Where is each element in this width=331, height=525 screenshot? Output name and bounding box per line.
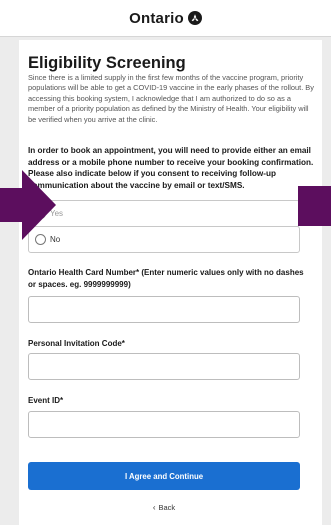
health-card-input[interactable]: [28, 296, 300, 323]
agree-continue-button[interactable]: I Agree and Continue: [28, 462, 300, 490]
eligibility-form-card: Eligibility Screening Since there is a l…: [19, 40, 322, 525]
event-id-label: Event ID*: [28, 396, 64, 405]
consent-yes-option[interactable]: Yes: [28, 200, 300, 227]
annotation-marker-icon: [298, 186, 331, 226]
consent-prompt: In order to book an appointment, you wil…: [28, 146, 314, 191]
back-link[interactable]: ‹ Back: [19, 503, 309, 512]
page-title: Eligibility Screening: [28, 54, 186, 72]
event-id-input[interactable]: [28, 411, 300, 438]
back-label: Back: [158, 503, 176, 512]
site-header: Ontario: [0, 0, 331, 37]
consent-no-option[interactable]: No: [28, 226, 300, 253]
invitation-code-label: Personal Invitation Code*: [28, 339, 125, 348]
trillium-logo-icon: [187, 11, 202, 25]
health-card-label: Ontario Health Card Number* (Enter numer…: [28, 268, 304, 289]
annotation-arrow-right-icon: [0, 170, 56, 240]
brand-name: Ontario: [129, 9, 184, 27]
invitation-code-input[interactable]: [28, 353, 300, 380]
intro-text: Since there is a limited supply in the f…: [28, 73, 314, 124]
chevron-left-icon: ‹: [152, 503, 156, 512]
